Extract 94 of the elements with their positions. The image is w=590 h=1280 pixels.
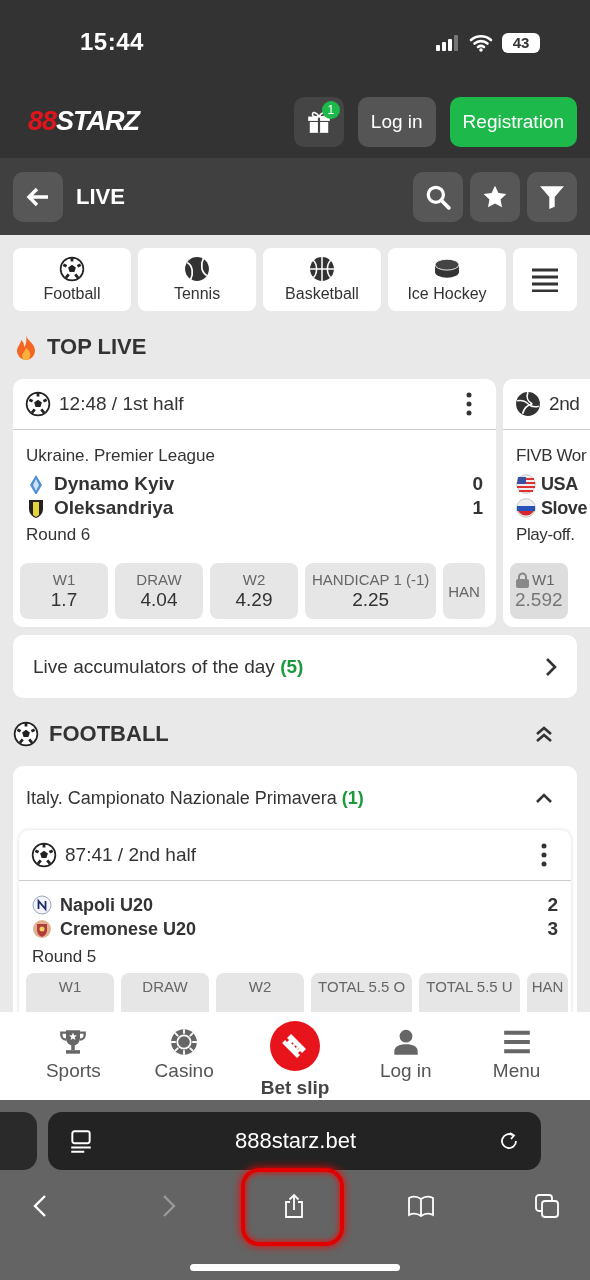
- odds-button[interactable]: W1 1.7: [20, 563, 108, 619]
- lock-icon: [515, 571, 530, 588]
- odds-button[interactable]: DRAW 4.04: [115, 563, 203, 619]
- football-icon: [13, 721, 39, 747]
- odds-button[interactable]: HANDICAP 1 (-1) 2.25: [305, 563, 437, 619]
- volleyball-icon: [515, 391, 541, 417]
- menu-icon: [532, 267, 558, 292]
- league-name: Italy. Campionato Nazionale Primavera (1): [26, 787, 364, 809]
- search-icon: [425, 183, 451, 210]
- team-name: Dynamo Kyiv: [54, 473, 175, 495]
- tab-preview[interactable]: [0, 1112, 37, 1170]
- battery-level: 43: [502, 32, 540, 53]
- crest-icon: [26, 498, 46, 518]
- odds-button[interactable]: TOTAL 5.5 O: [311, 973, 413, 1012]
- team-name: Napoli U20: [60, 894, 154, 916]
- team-score: 0: [472, 473, 483, 495]
- odds-button[interactable]: W1 2.592: [510, 563, 568, 619]
- favorites-button[interactable]: [470, 171, 520, 222]
- odds-button[interactable]: HAN: [526, 973, 569, 1012]
- league-name: FIVB Wor: [516, 446, 588, 466]
- more-icon: [541, 843, 547, 867]
- team-score: 1: [472, 497, 483, 519]
- flag-icon: [516, 498, 536, 518]
- login-button[interactable]: Log in: [357, 96, 436, 147]
- team-name: Slove: [541, 497, 588, 519]
- odds-button[interactable]: W2: [216, 973, 304, 1012]
- nav-item[interactable]: Bet slip: [245, 1012, 345, 1100]
- crest-icon: [32, 895, 52, 915]
- page-title: LIVE: [76, 183, 125, 210]
- accumulators-link[interactable]: Live accumulators of the day (5): [13, 635, 577, 698]
- odds-button[interactable]: W2 4.29: [210, 563, 298, 619]
- filter-button[interactable]: [527, 171, 577, 222]
- sport-tab[interactable]: Ice Hockey: [388, 248, 506, 311]
- chevron-right-icon: [545, 656, 557, 677]
- match-time: 87:41 / 2nd half: [65, 844, 196, 866]
- round-label: Play-off.: [516, 525, 576, 545]
- back-button[interactable]: [13, 171, 63, 222]
- match-time: 12:48 / 1st half: [59, 393, 184, 415]
- double-chevron-up-icon: [535, 725, 553, 743]
- logo-name: STARZ: [56, 106, 140, 137]
- bookmarks-button[interactable]: [407, 1193, 434, 1219]
- flag-icon: [516, 474, 536, 494]
- clock-time: 15:44: [80, 27, 144, 56]
- arrow-left-icon: [26, 186, 50, 207]
- section-title: FOOTBALL: [49, 721, 169, 747]
- address-bar[interactable]: 888starz.bet: [48, 1112, 541, 1170]
- logo-mark: 88: [28, 106, 57, 137]
- odds-button[interactable]: DRAW: [121, 973, 209, 1012]
- round-label: Round 5: [32, 947, 98, 967]
- sport-tab[interactable]: Basketball: [263, 248, 381, 311]
- ticket-icon: [282, 1033, 308, 1059]
- more-icon: [466, 392, 472, 416]
- team-name: Oleksandriya: [54, 497, 174, 519]
- team-score: 3: [547, 918, 558, 940]
- odds-button[interactable]: HAN: [443, 563, 485, 619]
- url-text: 888starz.bet: [234, 1128, 357, 1154]
- tabs-button[interactable]: [534, 1193, 560, 1219]
- chevron-up-icon: [535, 792, 553, 804]
- flame-icon: [15, 334, 37, 360]
- football-icon: [31, 842, 57, 868]
- nav-item[interactable]: Log in: [355, 1012, 456, 1100]
- nav-item[interactable]: Casino: [134, 1012, 235, 1100]
- match-time: 2nd: [549, 393, 580, 415]
- menu-icon: [502, 1028, 531, 1056]
- casino-chip-icon: [170, 1028, 199, 1056]
- menu-button[interactable]: [513, 248, 577, 311]
- wifi-icon: [469, 33, 493, 52]
- logo[interactable]: 88STARZ: [28, 106, 140, 137]
- crest-icon: [32, 919, 52, 939]
- person-icon: [391, 1028, 420, 1056]
- filter-icon: [539, 183, 565, 210]
- league-name: Ukraine. Premier League: [26, 446, 216, 466]
- notification-badge: 1: [321, 100, 340, 119]
- team-name: USA: [541, 473, 578, 495]
- team-score: 2: [547, 894, 558, 916]
- football-icon: [59, 256, 85, 282]
- nav-item[interactable]: Menu: [466, 1012, 567, 1100]
- team-name: Cremonese U20: [60, 918, 197, 940]
- basketball-icon: [309, 256, 335, 282]
- nav-item[interactable]: Sports: [23, 1012, 124, 1100]
- round-label: Round 6: [26, 525, 92, 545]
- odds-button[interactable]: W1: [26, 973, 114, 1012]
- search-button[interactable]: [413, 171, 463, 222]
- tennis-ball-icon: [184, 256, 210, 282]
- book-icon: [407, 1193, 434, 1219]
- odds-button[interactable]: TOTAL 5.5 U: [419, 973, 520, 1012]
- sport-tab[interactable]: Football: [13, 248, 131, 311]
- football-icon: [25, 391, 51, 417]
- sport-tab[interactable]: Tennis: [138, 248, 256, 311]
- tabs-icon: [534, 1193, 560, 1219]
- section-title: TOP LIVE: [47, 334, 147, 360]
- trophy-icon: [59, 1028, 88, 1056]
- signal-icon: [436, 34, 460, 51]
- page-menu-icon: [68, 1128, 94, 1154]
